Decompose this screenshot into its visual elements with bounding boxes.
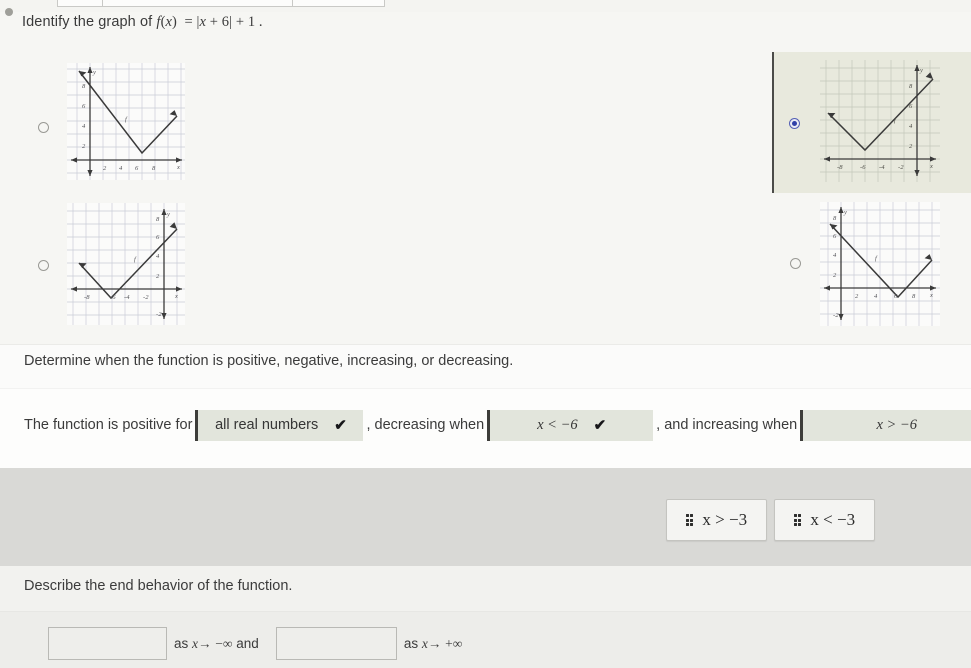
end-behavior-row: as x→ −∞ and as x→ +∞ bbox=[48, 627, 469, 660]
tick-x-neg4-c: -4 bbox=[879, 164, 885, 171]
graph-svg-c: -8 -6 -4 -2 2 4 6 8 x y f bbox=[820, 60, 940, 182]
tile-label: x > −3 bbox=[702, 510, 748, 529]
sentence-tail: , and increasing when bbox=[656, 417, 798, 433]
dropdown-decreasing-value: x < −6 bbox=[537, 416, 578, 433]
radio-choice-b[interactable] bbox=[38, 260, 49, 271]
tick-x-neg4: -4 bbox=[124, 294, 130, 301]
end-behavior-text-right: as x→ +∞ bbox=[403, 635, 463, 651]
axis-label-y: y bbox=[92, 69, 96, 76]
determine-instruction: Determine when the function is positive,… bbox=[24, 353, 514, 369]
dropdown-positive-value: all real numbers bbox=[215, 417, 319, 433]
tile-x-greater-neg3[interactable]: x > −3 bbox=[666, 499, 767, 541]
sentence-mid: , decreasing when bbox=[366, 417, 485, 433]
radio-choice-c[interactable] bbox=[789, 118, 800, 129]
check-icon: ✔ bbox=[593, 416, 607, 434]
check-icon: ✔ bbox=[334, 416, 347, 434]
radio-choice-a[interactable] bbox=[38, 122, 49, 133]
tick-x-neg8: -8 bbox=[84, 294, 90, 301]
graph-choice-d[interactable]: 2 4 6 8 2 4 6 8 -2 x y f bbox=[820, 202, 940, 326]
graph-svg-d: 2 4 6 8 2 4 6 8 -2 x y f bbox=[820, 202, 940, 326]
tick-y-neg2d: -2 bbox=[833, 312, 839, 319]
drag-handle-icon[interactable] bbox=[685, 514, 694, 526]
axis-label-y-d: y bbox=[843, 209, 847, 216]
end-behavior-input-right[interactable] bbox=[275, 627, 397, 660]
tick-y-neg2b: -2 bbox=[156, 311, 162, 318]
dropdown-positive-for[interactable]: all real numbers ✔ bbox=[195, 409, 364, 441]
end-behavior-text-left: as x→ −∞ and bbox=[174, 635, 259, 651]
graph-choice-c[interactable]: -8 -6 -4 -2 2 4 6 8 x y f bbox=[820, 60, 940, 182]
divider-determine bbox=[0, 388, 971, 389]
prompt-prefix: Identify the graph of bbox=[22, 14, 153, 30]
dropdown-increasing-value: x > −6 bbox=[876, 416, 917, 433]
question-bullet-icon bbox=[5, 8, 13, 16]
prompt-function-expression: f(x) = |x + 6| + 1 . bbox=[156, 14, 263, 30]
determine-sentence-row: The function is positive for all real nu… bbox=[24, 404, 971, 446]
dropdown-increasing-when[interactable]: x > −6 bbox=[800, 409, 971, 441]
tick-x-neg8-c: -8 bbox=[837, 164, 843, 171]
radio-choice-d[interactable] bbox=[790, 258, 801, 269]
graph-svg-b: -8 -6 -4 -2 2 4 6 8 -2 x y f bbox=[67, 203, 185, 325]
toolbar-cell-middle bbox=[103, 0, 293, 7]
toolbar-remnant bbox=[57, 0, 407, 7]
worksheet-page: Identify the graph of f(x) = |x + 6| + 1… bbox=[0, 0, 971, 668]
axis-label-y-c: y bbox=[919, 67, 923, 74]
divider-top bbox=[0, 344, 971, 345]
drag-handle-icon[interactable] bbox=[793, 514, 802, 526]
end-behavior-input-left[interactable] bbox=[48, 627, 167, 660]
axis-label-x: x bbox=[176, 164, 180, 171]
tick-x-neg2: -2 bbox=[143, 294, 149, 301]
tile-label: x < −3 bbox=[810, 510, 856, 529]
tick-x-neg6-c: -6 bbox=[860, 164, 866, 171]
dropdown-decreasing-when[interactable]: x < −6 ✔ bbox=[487, 409, 654, 441]
page-title: Identify the graph of f(x) = |x + 6| + 1… bbox=[22, 14, 263, 31]
tick-x-neg6: -6 bbox=[110, 294, 116, 301]
axis-label-x-d: x bbox=[929, 292, 933, 299]
axis-label-x-c: x bbox=[929, 163, 933, 170]
graph-svg-a: 2 4 6 8 2 4 6 8 x y f bbox=[67, 63, 185, 180]
graph-choice-b[interactable]: -8 -6 -4 -2 2 4 6 8 -2 x y f bbox=[67, 203, 185, 325]
toolbar-cell-right bbox=[293, 0, 385, 7]
tick-x-neg2-c: -2 bbox=[898, 164, 904, 171]
divider-end-behavior bbox=[0, 611, 971, 612]
axis-label-x-b: x bbox=[174, 293, 178, 300]
axis-label-y-b: y bbox=[166, 211, 170, 218]
tile-x-less-neg3[interactable]: x < −3 bbox=[774, 499, 875, 541]
end-behavior-instruction: Describe the end behavior of the functio… bbox=[24, 578, 293, 594]
sentence-lead: The function is positive for bbox=[24, 417, 193, 433]
graph-choice-a[interactable]: 2 4 6 8 2 4 6 8 x y f bbox=[67, 63, 185, 180]
toolbar-cell-left bbox=[57, 0, 103, 7]
